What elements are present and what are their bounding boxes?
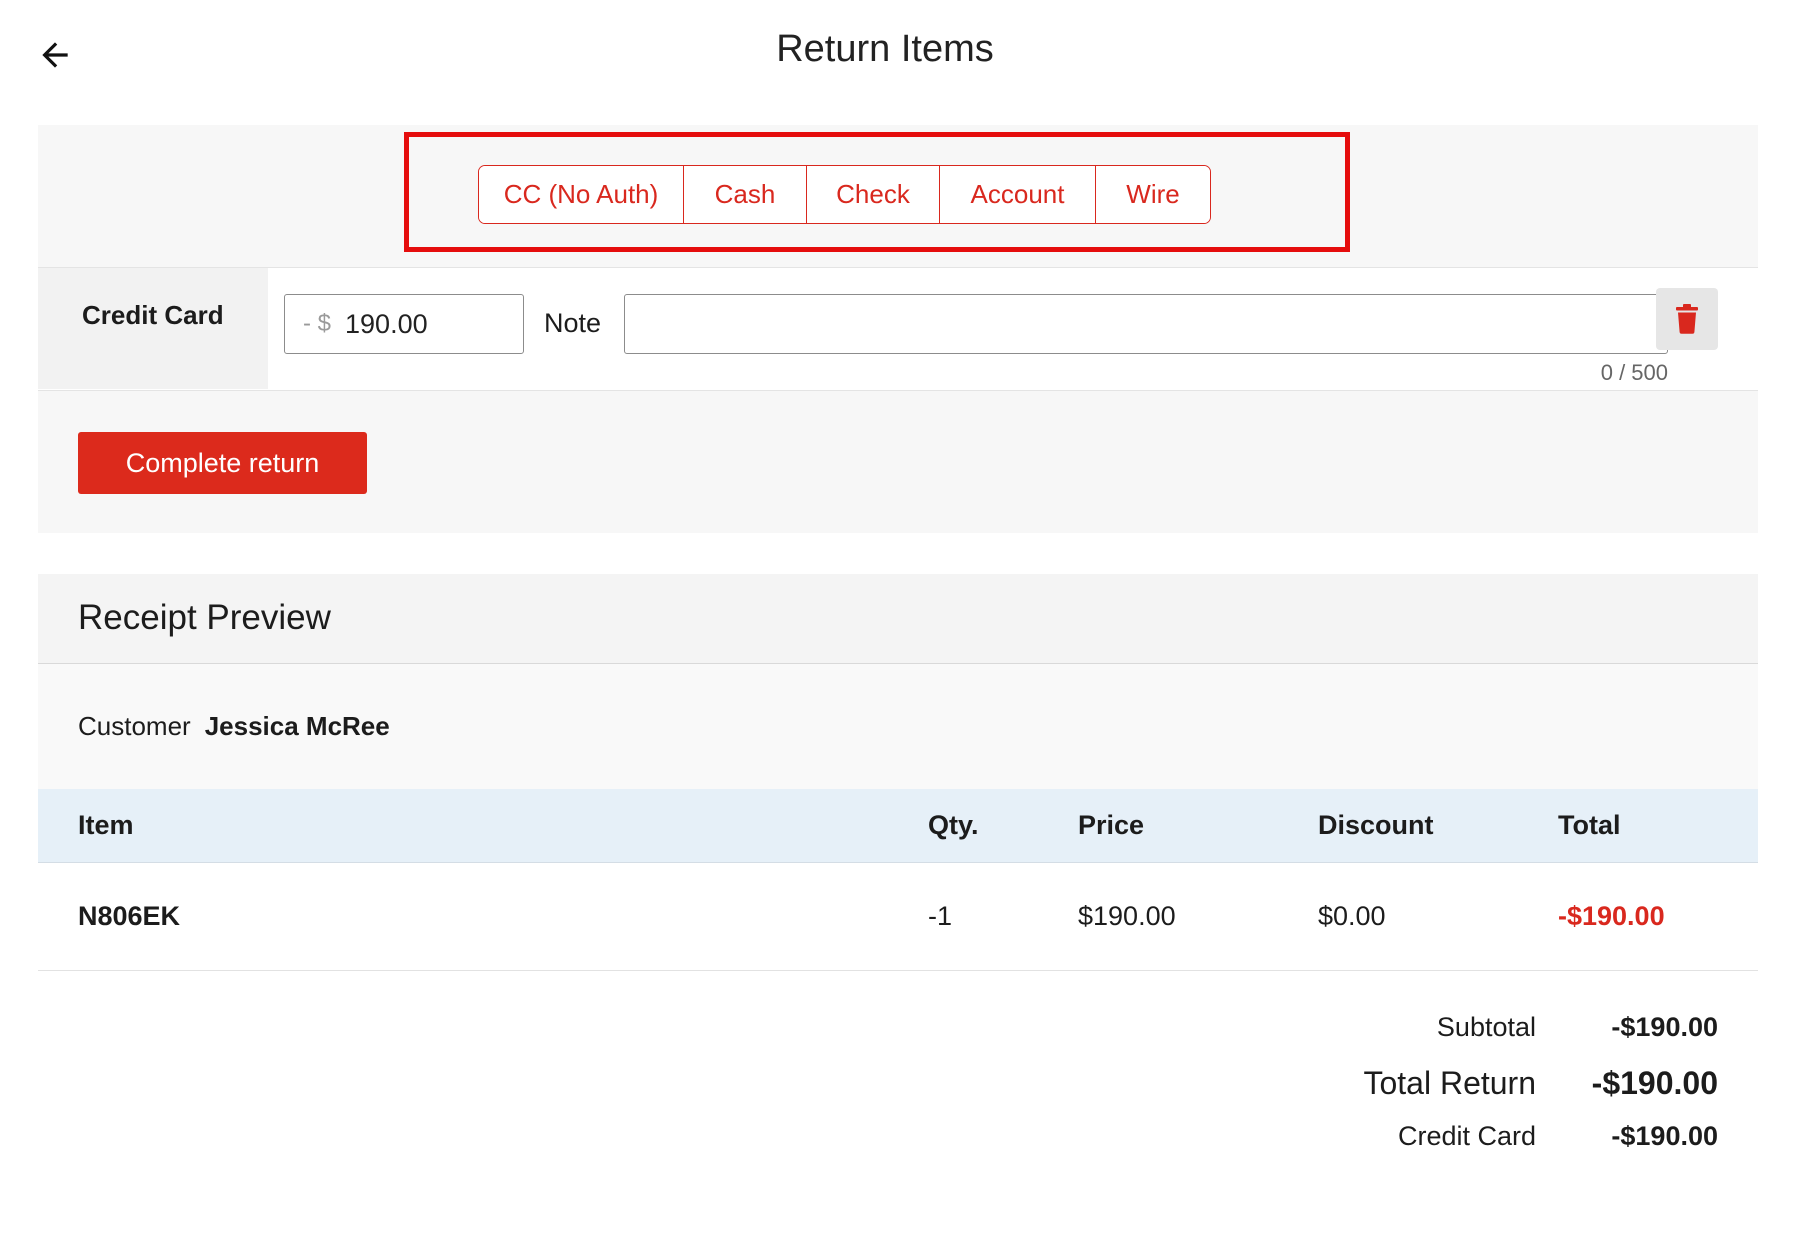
note-label: Note bbox=[544, 308, 602, 338]
total-return-label: Total Return bbox=[1363, 1065, 1536, 1101]
payment-section: CC (No Auth) Cash Check Account Wire Cre… bbox=[38, 125, 1758, 533]
payment-line-label-cell: Credit Card bbox=[38, 268, 268, 389]
customer-label: Customer bbox=[78, 711, 191, 741]
note-input[interactable] bbox=[624, 294, 1668, 354]
subtotal-value: -$190.00 bbox=[1611, 1012, 1718, 1042]
method-wire-button[interactable]: Wire bbox=[1096, 166, 1210, 223]
payment-line-row: Credit Card - $ Note 0 / 500 bbox=[38, 267, 1758, 391]
column-header-item: Item bbox=[78, 810, 134, 840]
row-total: -$190.00 bbox=[1558, 901, 1665, 931]
credit-card-value: -$190.00 bbox=[1611, 1121, 1718, 1151]
receipt-preview-title: Receipt Preview bbox=[78, 598, 331, 637]
customer-info: Customer Jessica McRee bbox=[78, 711, 390, 742]
trash-icon bbox=[1676, 304, 1698, 334]
receipt-preview-header: Receipt Preview bbox=[38, 574, 1758, 664]
amount-field[interactable]: - $ bbox=[284, 294, 524, 354]
row-qty: -1 bbox=[928, 901, 953, 931]
method-account-button[interactable]: Account bbox=[940, 166, 1096, 223]
delete-line-button[interactable] bbox=[1656, 288, 1718, 350]
row-price: $190.00 bbox=[1078, 901, 1176, 931]
column-header-price: Price bbox=[1078, 810, 1145, 840]
amount-prefix: - $ bbox=[303, 310, 332, 337]
subtotal-label: Subtotal bbox=[1436, 1012, 1536, 1042]
method-check-button[interactable]: Check bbox=[807, 166, 940, 223]
page-title: Return Items bbox=[776, 28, 994, 70]
payment-method-group: CC (No Auth) Cash Check Account Wire bbox=[478, 165, 1211, 224]
customer-name: Jessica McRee bbox=[204, 711, 390, 741]
total-return-value: -$190.00 bbox=[1591, 1065, 1718, 1101]
method-cash-button[interactable]: Cash bbox=[684, 166, 807, 223]
column-header-total: Total bbox=[1558, 810, 1621, 840]
amount-input[interactable] bbox=[345, 308, 496, 340]
complete-return-button[interactable]: Complete return bbox=[78, 432, 367, 494]
credit-card-label: Credit Card bbox=[1397, 1121, 1536, 1151]
customer-area: Customer Jessica McRee bbox=[38, 664, 1758, 789]
note-counter: 0 / 500 bbox=[1600, 360, 1668, 385]
payment-line-label: Credit Card bbox=[82, 300, 224, 330]
method-cc-no-auth-button[interactable]: CC (No Auth) bbox=[479, 166, 684, 223]
table-header: Item Qty. Price Discount Total bbox=[38, 789, 1758, 863]
column-header-qty: Qty. bbox=[928, 810, 979, 840]
table-row: N806EK -1 $190.00 $0.00 -$190.00 bbox=[38, 863, 1758, 971]
row-item: N806EK bbox=[78, 901, 181, 931]
column-header-discount: Discount bbox=[1318, 810, 1434, 840]
row-discount: $0.00 bbox=[1318, 901, 1386, 931]
